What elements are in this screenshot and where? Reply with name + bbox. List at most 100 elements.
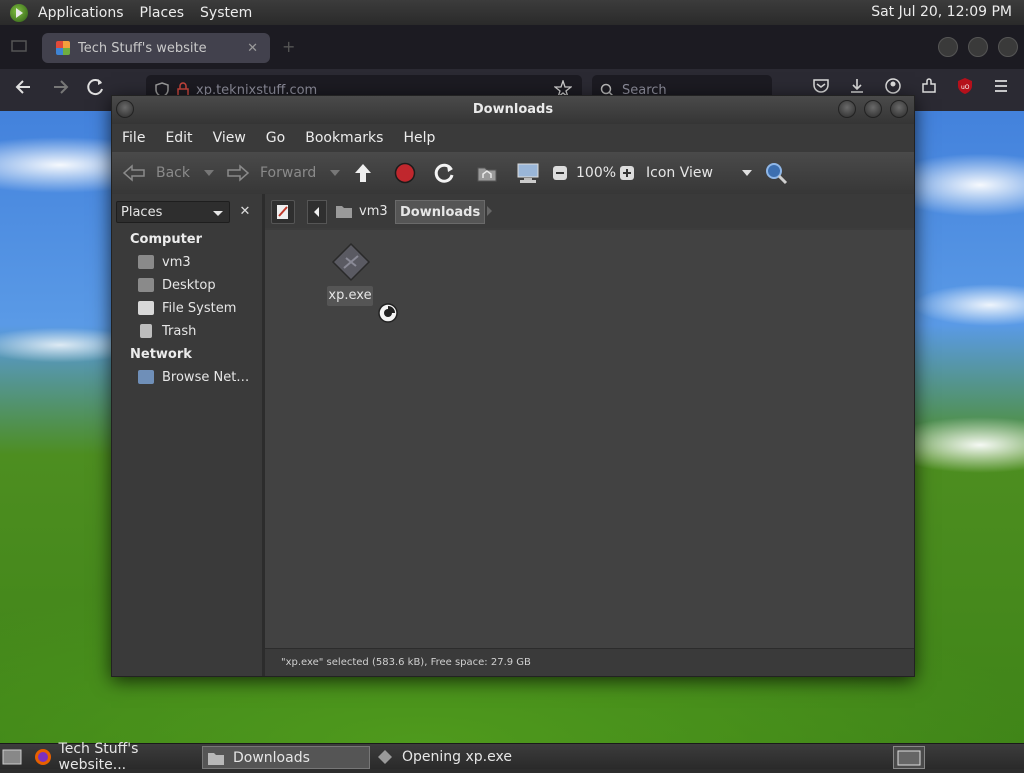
ublock-origin-icon[interactable]: uO <box>956 77 974 95</box>
menu-places[interactable]: Places <box>132 5 193 21</box>
back-arrow-icon <box>122 163 146 183</box>
computer-icon <box>517 163 539 183</box>
firefox-icon <box>35 748 51 765</box>
menu-view[interactable]: View <box>203 130 256 146</box>
browser-minimize-icon[interactable] <box>938 37 958 57</box>
sidebar-item-label: Browse Net… <box>162 369 250 385</box>
back-arrow-icon[interactable] <box>14 77 34 97</box>
reload-icon <box>434 163 454 183</box>
menu-bookmarks[interactable]: Bookmarks <box>295 130 393 146</box>
taskbar-item-downloads[interactable]: Downloads <box>202 746 370 769</box>
toggle-location-button[interactable] <box>271 200 295 224</box>
path-label: Downloads <box>400 204 481 220</box>
taskbar-item-label: Opening xp.exe <box>402 748 512 765</box>
stop-icon <box>394 162 416 184</box>
file-item[interactable]: xp.exe <box>325 240 377 308</box>
home-folder-icon <box>336 206 352 218</box>
zoom-out-button[interactable] <box>552 152 568 194</box>
menu-file[interactable]: File <box>112 130 155 146</box>
zoom-in-icon <box>620 166 634 180</box>
browser-tab[interactable]: Tech Stuff's website ✕ <box>42 33 270 63</box>
reload-icon[interactable] <box>86 77 106 97</box>
back-button[interactable]: Back <box>122 152 214 194</box>
home-button[interactable] <box>476 152 498 194</box>
search-button[interactable] <box>764 152 788 194</box>
hamburger-menu-icon[interactable] <box>992 77 1010 95</box>
new-tab-icon[interactable]: + <box>282 37 295 56</box>
workspace-icon <box>897 750 921 765</box>
taskbar-item-label: Downloads <box>233 749 310 766</box>
account-icon[interactable] <box>884 77 902 95</box>
close-icon[interactable] <box>890 100 908 118</box>
zoom-level[interactable]: 100% <box>576 152 616 194</box>
taskbar: Tech Stuff's website... Downloads Openin… <box>0 741 1024 773</box>
menu-help[interactable]: Help <box>393 130 445 146</box>
path-scroll-right-button[interactable] <box>483 200 497 222</box>
browser-tabbar: Tech Stuff's website ✕ + <box>0 25 1024 69</box>
workspace-switcher[interactable] <box>893 746 925 769</box>
chevron-down-icon <box>213 211 223 216</box>
browser-maximize-icon[interactable] <box>968 37 988 57</box>
stop-button[interactable] <box>394 152 416 194</box>
file-view[interactable]: xp.exe <box>265 230 914 648</box>
window-menu-icon[interactable] <box>116 100 134 118</box>
taskbar-item-opening[interactable]: Opening xp.exe <box>372 746 552 767</box>
forward-arrow-icon[interactable] <box>50 77 70 97</box>
extensions-icon[interactable] <box>920 77 938 95</box>
sidebar-item-vm3[interactable]: vm3 <box>138 252 191 272</box>
sidebar-item-file-system[interactable]: File System <box>138 298 236 318</box>
window-title: Downloads <box>472 102 554 117</box>
up-button[interactable] <box>352 152 374 194</box>
sidebar-mode-label: Places <box>121 205 163 220</box>
site-favicon-icon <box>56 41 70 55</box>
menu-go[interactable]: Go <box>256 130 295 146</box>
computer-button[interactable] <box>516 152 540 194</box>
view-mode-select[interactable]: Icon View <box>646 152 752 194</box>
forward-button[interactable]: Forward <box>226 152 341 194</box>
distro-logo-icon[interactable] <box>10 3 28 22</box>
pocket-icon[interactable] <box>812 77 830 95</box>
drive-icon <box>138 301 154 315</box>
clock[interactable]: Sat Jul 20, 12:09 PM <box>871 4 1012 20</box>
search-icon <box>766 163 788 185</box>
show-desktop-icon <box>2 749 22 764</box>
browser-close-icon[interactable] <box>998 37 1018 57</box>
forward-label: Forward <box>260 165 317 181</box>
path-scroll-left-button[interactable] <box>307 200 327 224</box>
zoom-in-button[interactable] <box>619 152 635 194</box>
show-desktop-button[interactable] <box>2 746 24 767</box>
sidebar: Places ✕ Computer vm3 Desktop File Syste… <box>112 194 265 676</box>
reload-button[interactable] <box>434 152 456 194</box>
chevron-left-icon <box>314 207 319 217</box>
path-button-downloads[interactable]: Downloads <box>395 200 486 224</box>
sidebar-item-browse-network[interactable]: Browse Net… <box>138 367 249 387</box>
file-manager-window: Downloads File Edit View Go Bookmarks He… <box>111 95 915 677</box>
trash-icon <box>140 324 152 338</box>
menu-applications[interactable]: Applications <box>30 5 132 21</box>
sidebar-heading-network: Network <box>130 347 192 362</box>
download-icon[interactable] <box>848 77 866 95</box>
minimize-icon[interactable] <box>838 100 856 118</box>
taskbar-item-browser[interactable]: Tech Stuff's website... <box>34 741 198 773</box>
chevron-down-icon <box>742 170 752 176</box>
sidebar-close-button[interactable]: ✕ <box>234 201 256 223</box>
maximize-icon[interactable] <box>864 100 882 118</box>
menu-system[interactable]: System <box>192 5 260 21</box>
home-folder-icon <box>477 167 497 182</box>
forward-history-dropdown-icon[interactable] <box>330 170 341 176</box>
executable-file-icon <box>331 242 371 282</box>
chevron-right-icon <box>487 206 492 216</box>
window-titlebar[interactable]: Downloads <box>112 96 914 124</box>
sidebar-item-trash[interactable]: Trash <box>138 321 196 341</box>
back-history-dropdown-icon[interactable] <box>204 170 214 176</box>
top-panel: Applications Places System Sat Jul 20, 1… <box>0 0 1024 26</box>
tab-close-icon[interactable]: ✕ <box>247 41 258 56</box>
desktop-folder-icon <box>138 278 154 292</box>
sidebar-mode-select[interactable]: Places <box>116 201 230 223</box>
menu-edit[interactable]: Edit <box>155 130 202 146</box>
sidebar-item-desktop[interactable]: Desktop <box>138 275 216 295</box>
path-button-vm3[interactable]: vm3 <box>331 200 392 222</box>
sidebar-item-label: Desktop <box>162 277 216 293</box>
tab-list-icon[interactable] <box>10 37 28 55</box>
folder-icon <box>208 752 224 765</box>
